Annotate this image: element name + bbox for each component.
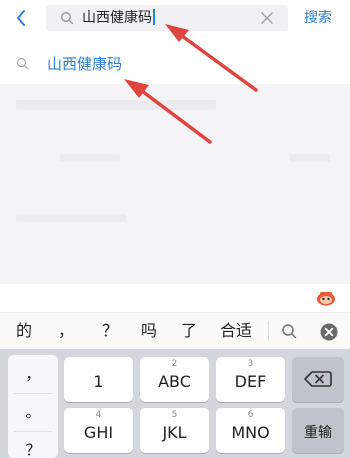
key-number-hint: 4	[95, 410, 102, 420]
ghost-block	[290, 154, 330, 162]
key-label: 重输	[304, 425, 332, 441]
chevron-left-icon	[17, 10, 25, 26]
key-label: JKL	[162, 423, 187, 442]
candidate-word[interactable]: 合适	[220, 321, 252, 341]
key-abc[interactable]: 2 ABC	[140, 357, 209, 402]
suggestion-label: 山西健康码	[47, 55, 123, 73]
key-jkl[interactable]: 5 JKL	[140, 408, 209, 453]
candidate-word[interactable]: ，	[58, 321, 74, 341]
search-button[interactable]: 搜索	[304, 9, 332, 27]
punctuation-key[interactable]: 。	[8, 401, 58, 422]
candidate-word[interactable]: 的	[16, 321, 32, 341]
punctuation-key[interactable]: ？	[8, 439, 58, 458]
mascot-icon[interactable]	[316, 290, 336, 306]
backspace-key[interactable]	[292, 357, 344, 402]
divider	[14, 431, 52, 432]
key-number-hint: 5	[171, 410, 178, 420]
toolbar-strip	[0, 284, 350, 310]
key-label: DEF	[234, 372, 267, 391]
key-number-hint: 2	[171, 359, 178, 369]
search-icon	[16, 57, 29, 70]
key-label: MNO	[231, 423, 270, 442]
search-suggestion-item[interactable]: 山西健康码	[0, 46, 350, 82]
ime-candidate-bar: 的 ， ？ 吗 了 合适	[0, 312, 350, 348]
key-def[interactable]: 3 DEF	[216, 357, 285, 402]
punctuation-column[interactable]: ， 。 ？	[8, 355, 58, 458]
back-button[interactable]	[12, 6, 34, 30]
text-cursor	[153, 9, 155, 25]
candidate-divider	[268, 321, 269, 341]
candidate-word[interactable]: 吗	[141, 321, 157, 341]
search-query-value: 山西健康码	[82, 10, 152, 26]
ime-keyboard: ， 。 ？ 1 2 ABC 3 DEF 4 GHI 5 JKL 6 MNO 重输	[0, 349, 350, 458]
key-number-hint: 6	[247, 410, 254, 420]
search-header: 山西健康码 搜索	[0, 0, 350, 38]
search-input[interactable]: 山西健康码	[46, 5, 288, 31]
key-1[interactable]: 1	[64, 357, 133, 402]
key-label: ABC	[158, 372, 191, 391]
ghost-block	[16, 214, 126, 222]
search-icon	[60, 11, 74, 25]
ghost-block	[16, 100, 216, 110]
ghost-block	[60, 154, 120, 162]
clear-icon[interactable]	[260, 11, 274, 25]
search-query-text: 山西健康码	[82, 8, 155, 28]
punctuation-key[interactable]: ，	[8, 363, 58, 384]
dimmed-content-area	[0, 84, 350, 284]
search-icon[interactable]	[281, 323, 297, 339]
candidate-word[interactable]: 了	[181, 321, 197, 341]
candidate-word[interactable]: ？	[102, 321, 118, 341]
key-number-hint: 3	[247, 359, 254, 369]
key-mno[interactable]: 6 MNO	[216, 408, 285, 453]
key-ghi[interactable]: 4 GHI	[64, 408, 133, 453]
reenter-key[interactable]: 重输	[292, 408, 344, 453]
key-label: GHI	[83, 423, 114, 442]
divider	[14, 393, 52, 394]
close-keyboard-icon[interactable]	[320, 323, 338, 341]
key-label: 1	[93, 372, 104, 391]
backspace-icon	[304, 371, 332, 387]
